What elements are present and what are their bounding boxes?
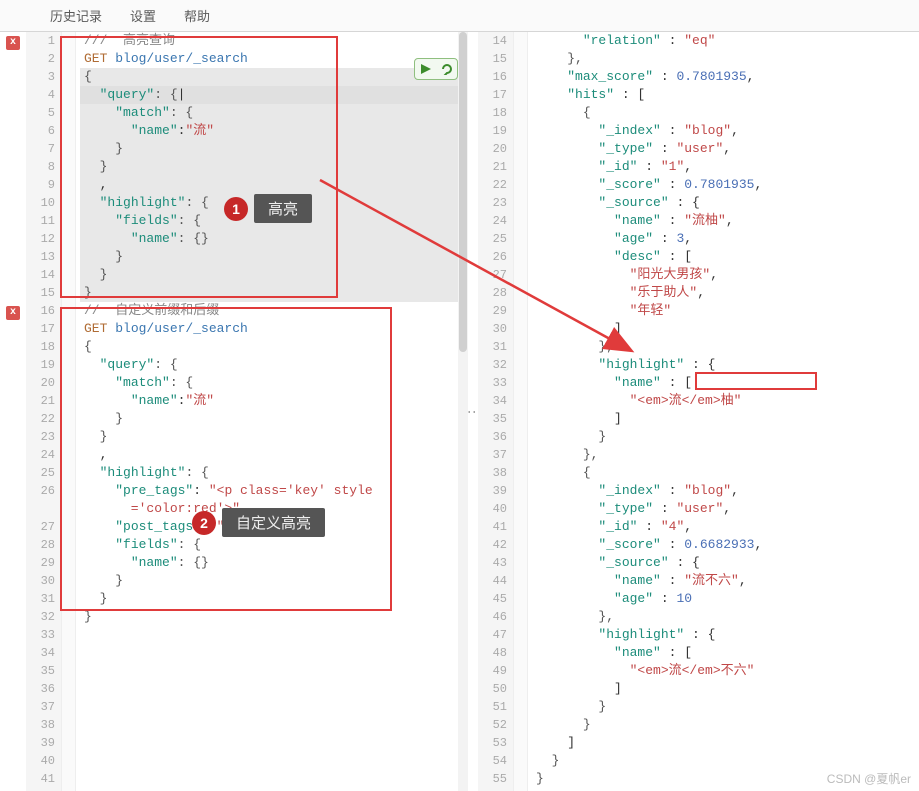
fold-column: [62, 32, 76, 791]
line-number-gutter: 1234567891011121314151617181920212223242…: [26, 32, 62, 791]
line-number-gutter: 1415161718192021222324252627282930313233…: [478, 32, 514, 791]
tab-settings[interactable]: 设置: [116, 0, 170, 31]
content: xx 1234567891011121314151617181920212223…: [0, 32, 919, 791]
fold-column: [514, 32, 528, 791]
request-code[interactable]: /// 高亮查询GET blog/user/_search{ "query": …: [76, 32, 468, 791]
run-request-button[interactable]: [414, 58, 458, 80]
callout-1: 1 高亮: [224, 194, 312, 223]
callout-1-label: 高亮: [254, 194, 312, 223]
error-gutter: xx: [0, 32, 26, 791]
response-viewer[interactable]: 1415161718192021222324252627282930313233…: [478, 32, 919, 791]
tab-history[interactable]: 历史记录: [36, 0, 116, 31]
wrench-icon: [441, 63, 453, 75]
callout-1-number: 1: [224, 197, 248, 221]
pane-splitter[interactable]: ⋮: [468, 32, 478, 791]
tabs-bar: 历史记录 设置 帮助: [0, 0, 919, 32]
callout-2-label: 自定义高亮: [222, 508, 325, 537]
callout-2: 2 自定义高亮: [192, 508, 325, 537]
callout-2-number: 2: [192, 511, 216, 535]
response-code: "relation" : "eq" }, "max_score" : 0.780…: [528, 32, 919, 791]
play-icon: [420, 63, 432, 75]
watermark: CSDN @夏帆er: [827, 770, 911, 787]
request-editor[interactable]: xx 1234567891011121314151617181920212223…: [0, 32, 468, 791]
tab-help[interactable]: 帮助: [170, 0, 224, 31]
